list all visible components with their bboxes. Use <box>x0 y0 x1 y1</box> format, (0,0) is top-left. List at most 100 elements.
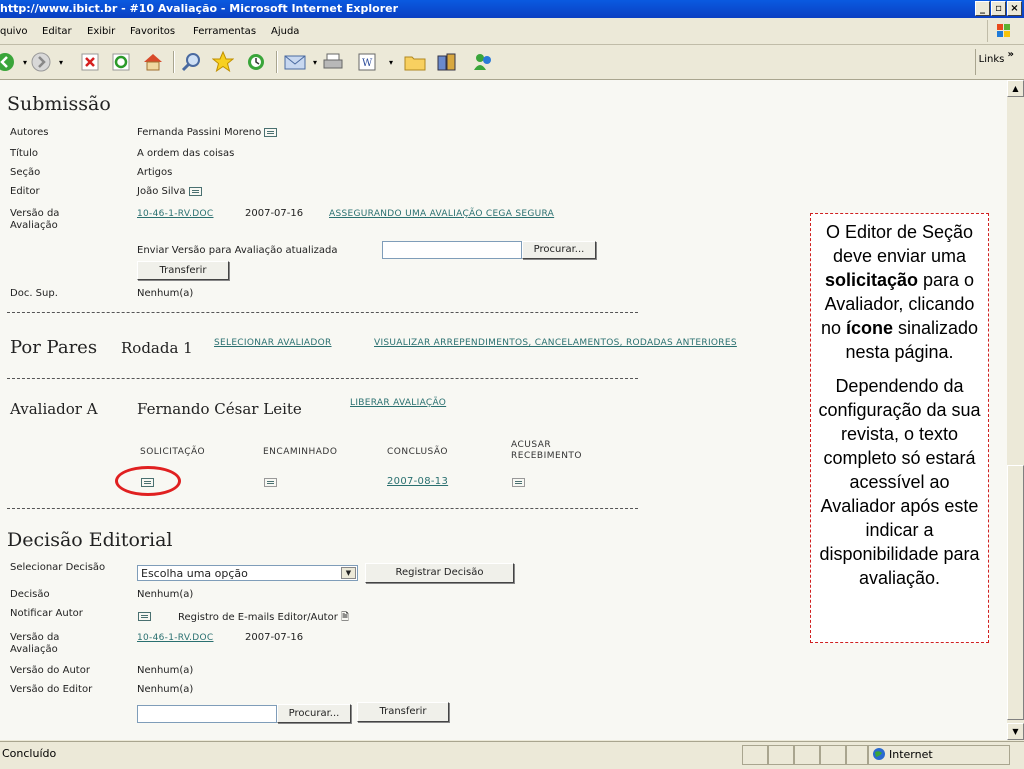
windows-logo-icon <box>987 20 1018 42</box>
secao-label: Seção <box>10 167 41 178</box>
versao-avaliacao-date: 2007-07-16 <box>245 632 304 643</box>
scroll-up-icon[interactable]: ▲ <box>1007 80 1024 97</box>
links-bar[interactable]: Links » <box>979 49 1014 65</box>
versao-editor-label: Versão do Editor <box>10 684 93 695</box>
versao-avaliacao-link[interactable]: 10-46-1-RV.DOC <box>137 633 214 643</box>
toolbar: ▾ ▾ ▾ W ▾ Links » <box>0 45 1024 80</box>
selecionar-decisao-label: Selecionar Decisão <box>10 562 106 573</box>
versao-label: Versão da Avaliação <box>10 208 60 231</box>
selecionar-avaliador-link[interactable]: SELECIONAR AVALIADOR <box>214 338 332 348</box>
document-icon[interactable]: 🗎 <box>341 612 349 623</box>
versao-avaliacao-label: Versão da Avaliação <box>10 632 60 655</box>
versao-date: 2007-07-16 <box>245 208 304 219</box>
conclusao-date-link[interactable]: 2007-08-13 <box>387 476 448 487</box>
status-pane <box>768 745 794 765</box>
versao-file-link[interactable]: 10-46-1-RV.DOC <box>137 209 214 219</box>
globe-icon <box>872 747 886 764</box>
status-bar: Concluído Internet <box>0 741 1024 769</box>
editor-value: João Silva <box>137 186 202 197</box>
divider <box>7 378 638 379</box>
messenger-icon[interactable] <box>472 51 494 73</box>
versao-autor-value: Nenhum(a) <box>137 665 194 676</box>
transferir-button-2[interactable]: Transferir <box>357 702 449 722</box>
menu-ferramentas[interactable]: Ferramentas <box>193 26 256 37</box>
autores-value: Fernanda Passini Moreno <box>137 127 278 138</box>
maximize-button[interactable]: ▫ <box>991 1 1006 16</box>
status-pane <box>742 745 768 765</box>
editor-file-input[interactable] <box>137 705 277 723</box>
transferir-button[interactable]: Transferir <box>137 261 229 280</box>
autores-label: Autores <box>10 127 49 138</box>
menu-arquivo[interactable]: quivo <box>0 26 28 37</box>
decisao-heading: Decisão Editorial <box>7 529 173 551</box>
menu-editar[interactable]: Editar <box>42 26 72 37</box>
submissao-heading: Submissão <box>7 93 111 115</box>
favorites-star-icon[interactable] <box>212 51 234 73</box>
status-pane <box>820 745 846 765</box>
registrar-decisao-button[interactable]: Registrar Decisão <box>365 563 514 583</box>
assegurando-link[interactable]: ASSEGURANDO UMA AVALIAÇÃO CEGA SEGURA <box>329 209 554 219</box>
folder-icon[interactable] <box>404 51 426 73</box>
minimize-button[interactable]: _ <box>975 1 990 16</box>
registro-emails-label: Registro de E-mails Editor/Autor 🗎 <box>178 612 350 623</box>
highlight-circle <box>115 466 181 496</box>
close-button[interactable]: × <box>1007 1 1022 16</box>
rodada-label: Rodada 1 <box>121 339 193 357</box>
divider <box>7 508 638 509</box>
print-icon[interactable] <box>322 51 344 73</box>
titulo-label: Título <box>10 148 39 159</box>
window-title: http://www.ibict.br - #10 Avaliação - Mi… <box>0 2 399 15</box>
note-paragraph-2: Dependendo da configuração da sua revist… <box>818 376 981 588</box>
zone-label: Internet <box>889 748 933 761</box>
email-icon[interactable] <box>188 186 202 196</box>
mail-icon[interactable] <box>284 51 306 73</box>
versao-autor-label: Versão do Autor <box>10 665 90 676</box>
chevron-down-icon: ▼ <box>341 567 356 579</box>
vertical-scrollbar[interactable]: ▲ ▼ <box>1007 80 1024 740</box>
scroll-thumb[interactable] <box>1007 465 1024 720</box>
divider <box>7 312 638 313</box>
editor-label: Editor <box>10 186 40 197</box>
notificar-label: Notificar Autor <box>10 608 83 619</box>
menu-exibir[interactable]: Exibir <box>87 26 115 37</box>
secao-value: Artigos <box>137 167 173 178</box>
titulo-value: A ordem das coisas <box>137 148 235 159</box>
svg-text:W: W <box>362 58 373 69</box>
por-pares-heading: Por Pares <box>10 337 98 358</box>
col-acusar: ACUSAR RECEBIMENTO <box>511 440 583 461</box>
encaminhado-email-icon[interactable] <box>264 477 277 488</box>
scroll-down-icon[interactable]: ▼ <box>1007 723 1024 740</box>
procurar-button[interactable]: Procurar... <box>522 241 596 259</box>
stop-icon[interactable] <box>79 51 101 73</box>
col-encaminhado: ENCAMINHADO <box>263 447 338 457</box>
acusar-email-icon[interactable] <box>512 477 525 488</box>
notificar-email-icon[interactable] <box>138 611 151 622</box>
decisao-select[interactable]: Escolha uma opção ▼ <box>137 565 358 581</box>
status-text: Concluído <box>2 747 57 760</box>
edit-dropdown-icon[interactable]: ▾ <box>380 51 402 73</box>
note-paragraph-1: O Editor de Seção deve enviar uma solici… <box>820 222 979 362</box>
forward-dropdown-icon[interactable]: ▾ <box>50 51 72 73</box>
visualizar-link[interactable]: VISUALIZAR ARREPENDIMENTOS, CANCELAMENTO… <box>374 338 737 348</box>
refresh-icon[interactable] <box>110 51 132 73</box>
menu-bar: quivo Editar Exibir Favoritos Ferramenta… <box>0 18 1024 45</box>
search-icon[interactable] <box>180 51 202 73</box>
edit-word-icon[interactable]: W <box>356 51 378 73</box>
col-solicitacao: SOLICITAÇÃO <box>140 447 206 457</box>
liberar-avaliacao-link[interactable]: LIBERAR AVALIAÇÃO <box>350 398 446 408</box>
enviar-label: Enviar Versão para Avaliação atualizada <box>137 245 338 256</box>
avaliador-label: Avaliador A <box>10 400 98 418</box>
decisao-value: Nenhum(a) <box>137 589 194 600</box>
file-upload-input[interactable] <box>382 241 522 259</box>
email-icon[interactable] <box>264 127 278 137</box>
menu-favoritos[interactable]: Favoritos <box>130 26 175 37</box>
menu-ajuda[interactable]: Ajuda <box>271 26 299 37</box>
research-icon[interactable] <box>436 51 458 73</box>
history-icon[interactable] <box>245 51 267 73</box>
procurar-button-2[interactable]: Procurar... <box>277 704 351 723</box>
instruction-note: O Editor de Seção deve enviar uma solici… <box>810 213 989 643</box>
forward-icon[interactable] <box>30 51 52 73</box>
title-bar: http://www.ibict.br - #10 Avaliação - Mi… <box>0 0 1024 18</box>
home-icon[interactable] <box>142 51 164 73</box>
versao-editor-value: Nenhum(a) <box>137 684 194 695</box>
